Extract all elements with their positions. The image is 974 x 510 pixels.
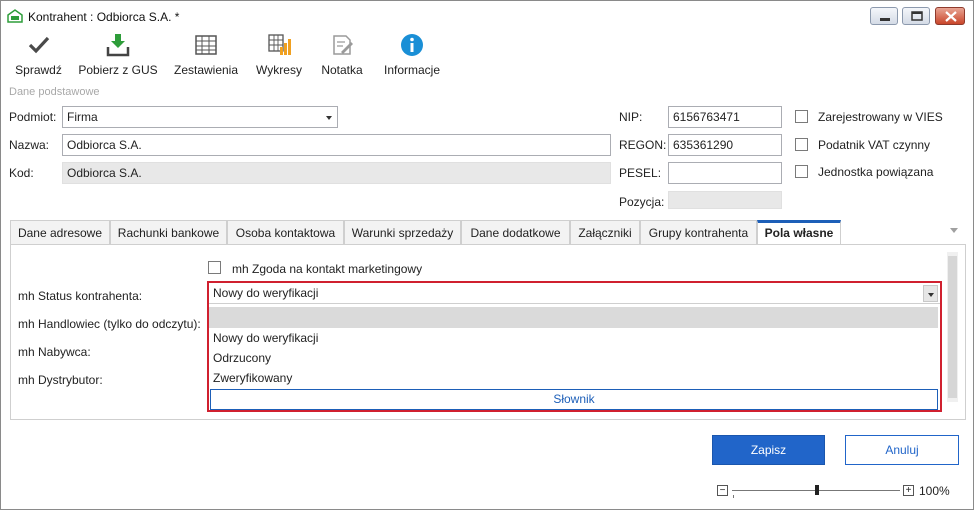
kod-label: Kod:	[9, 166, 34, 180]
podmiot-select[interactable]: Firma	[62, 106, 338, 128]
scrollbar-thumb[interactable]	[948, 256, 957, 398]
info-button[interactable]: Informacje	[379, 31, 445, 81]
tab-custom-fields[interactable]: Pola własne	[757, 220, 841, 246]
nip-value: 6156763471	[673, 110, 740, 124]
vertical-scrollbar[interactable]	[947, 252, 958, 402]
maximize-button[interactable]	[902, 7, 930, 25]
regon-field[interactable]: 635361290	[668, 134, 782, 156]
close-button[interactable]	[935, 7, 965, 25]
pesel-field[interactable]	[668, 162, 782, 184]
podmiot-value: Firma	[67, 110, 98, 124]
contractor-window: Kontrahent : Odbiorca S.A. * Sprawdź Pob…	[0, 0, 974, 510]
charts-label: Wykresy	[256, 63, 302, 77]
info-icon	[401, 34, 423, 56]
tab-attachments[interactable]: Załączniki	[570, 220, 640, 245]
vies-checkbox[interactable]	[795, 110, 808, 123]
handlowiec-label: mh Handlowiec (tylko do odczytu):	[18, 317, 201, 331]
info-label: Informacje	[383, 63, 441, 77]
marketing-label: mh Zgoda na kontakt marketingowy	[232, 262, 423, 276]
minimize-icon	[880, 18, 890, 21]
dystrybutor-label: mh Dystrybutor:	[18, 373, 103, 387]
related-checkbox[interactable]	[795, 165, 808, 178]
highlight-frame	[207, 281, 942, 412]
kod-value: Odbiorca S.A.	[67, 166, 142, 180]
save-button[interactable]: Zapisz	[712, 435, 825, 465]
app-icon	[7, 9, 23, 23]
podmiot-label: Podmiot:	[9, 110, 57, 124]
status-label: mh Status kontrahenta:	[18, 289, 143, 303]
charts-button[interactable]: Wykresy	[252, 31, 306, 81]
related-label: Jednostka powiązana	[818, 165, 934, 179]
zoom-in-button[interactable]: +	[903, 485, 914, 496]
zoom-out-button[interactable]: −	[717, 485, 728, 496]
zoom-slider-tick	[733, 495, 734, 498]
marketing-checkbox[interactable]	[208, 261, 221, 274]
pesel-label: PESEL:	[619, 166, 662, 180]
tab-address[interactable]: Dane adresowe	[10, 220, 110, 245]
section-caption: Dane podstawowe	[9, 86, 100, 98]
nazwa-value: Odbiorca S.A.	[67, 138, 142, 152]
maximize-icon	[911, 11, 923, 21]
kod-field[interactable]: Odbiorca S.A.	[62, 162, 611, 184]
minimize-button[interactable]	[870, 7, 898, 25]
nabywca-label: mh Nabywca:	[18, 345, 91, 359]
table-icon	[195, 35, 217, 55]
regon-value: 635361290	[673, 138, 734, 152]
pozycja-field[interactable]	[668, 191, 782, 209]
pozycja-label: Pozycja:	[619, 195, 665, 209]
tab-additional-data[interactable]: Dane dodatkowe	[461, 220, 570, 245]
check-button-label: Sprawdź	[15, 63, 62, 77]
vies-label: Zarejestrowany w VIES	[818, 110, 943, 124]
gus-download-button[interactable]: Pobierz z GUS	[78, 31, 158, 81]
reports-label: Zestawienia	[173, 63, 239, 77]
zoom-slider-thumb[interactable]	[815, 485, 819, 495]
note-icon	[333, 35, 353, 55]
chart-icon	[268, 34, 291, 55]
nazwa-field[interactable]: Odbiorca S.A.	[62, 134, 611, 156]
regon-label: REGON:	[619, 138, 667, 152]
check-button[interactable]: Sprawdź	[11, 31, 66, 81]
chevron-down-icon	[326, 116, 332, 120]
gus-download-label: Pobierz z GUS	[78, 63, 158, 77]
nazwa-label: Nazwa:	[9, 138, 50, 152]
cancel-button[interactable]: Anuluj	[845, 435, 959, 465]
note-button[interactable]: Notatka	[317, 31, 367, 81]
note-label: Notatka	[321, 63, 363, 77]
reports-button[interactable]: Zestawienia	[170, 31, 242, 81]
toolbar: Sprawdź Pobierz z GUS Zestawienia Wykres…	[1, 31, 973, 81]
nip-field[interactable]: 6156763471	[668, 106, 782, 128]
download-icon	[106, 34, 130, 57]
zoom-level: 100%	[919, 484, 950, 498]
tab-contractor-groups[interactable]: Grupy kontrahenta	[640, 220, 757, 245]
window-title: Kontrahent : Odbiorca S.A. *	[28, 10, 180, 24]
tab-contact-person[interactable]: Osoba kontaktowa	[227, 220, 344, 245]
nip-label: NIP:	[619, 110, 643, 124]
check-icon	[28, 36, 49, 54]
tab-sales-terms[interactable]: Warunki sprzedaży	[344, 220, 461, 245]
tab-bank-accounts[interactable]: Rachunki bankowe	[110, 220, 227, 245]
title-bar: Kontrahent : Odbiorca S.A. *	[1, 1, 973, 31]
close-icon	[945, 11, 957, 22]
vat-label: Podatnik VAT czynny	[818, 138, 931, 152]
tab-scroll-icon[interactable]	[950, 228, 958, 233]
vat-checkbox[interactable]	[795, 138, 808, 151]
